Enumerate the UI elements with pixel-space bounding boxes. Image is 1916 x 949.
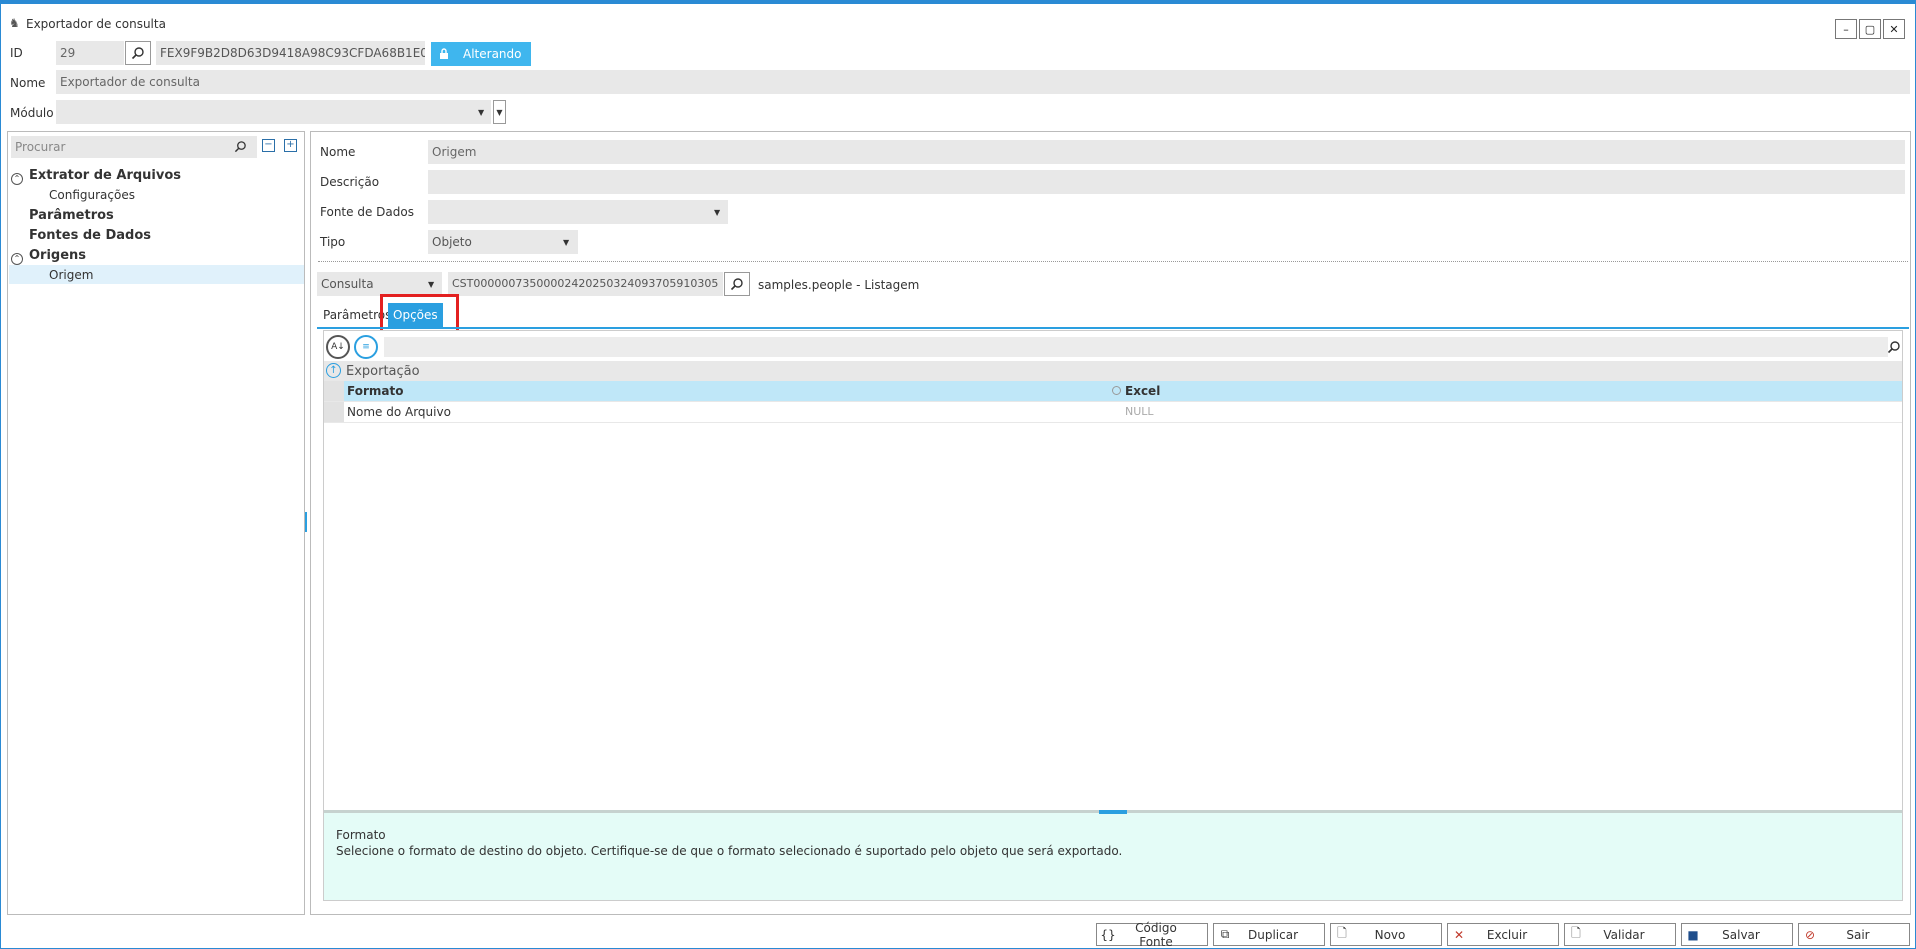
origin-name-field[interactable]: Origem — [428, 140, 1905, 164]
close-button[interactable]: ✕ — [1883, 19, 1905, 39]
code-icon: {} — [1100, 927, 1116, 942]
collapse-all-icon[interactable]: − — [262, 139, 275, 152]
tree-item-fontes[interactable]: Fontes de Dados — [29, 228, 151, 243]
guid-field[interactable]: FEX9F9B2D8D63D9418A98C93CFDA68B1E05014 — [156, 41, 425, 65]
new-button[interactable]: 🗋 Novo — [1330, 923, 1442, 946]
module-label: Módulo — [10, 106, 54, 120]
status-label: Alterando — [463, 47, 522, 61]
query-name-label: samples.people - Listagem — [758, 278, 920, 292]
search-icon[interactable] — [234, 140, 247, 153]
tree-item-parametros[interactable]: Parâmetros — [29, 208, 114, 223]
chevron-down-icon: ▼ — [714, 208, 721, 217]
name-field[interactable]: Exportador de consulta — [56, 70, 1910, 94]
row-gutter — [324, 381, 344, 401]
query-search-button[interactable] — [724, 272, 750, 296]
id-label: ID — [10, 46, 23, 60]
collapse-category-icon[interactable]: ↑ — [326, 363, 341, 378]
tree-item-configuracoes[interactable]: Configurações — [49, 188, 135, 202]
property-row-nome-arquivo[interactable]: Nome do Arquivo NULL — [324, 402, 1902, 423]
save-button[interactable]: ■ Salvar — [1681, 923, 1793, 946]
description-panel: Formato Selecione o formato de destino d… — [324, 810, 1902, 900]
collapse-node-icon[interactable]: ⌃ — [11, 173, 23, 185]
type-select[interactable]: Objeto — [428, 230, 578, 254]
minimize-button[interactable]: – — [1835, 19, 1857, 39]
query-id-field[interactable]: CST000000735000024202503240937059103​05 — [448, 272, 723, 296]
tree-item-origem[interactable]: Origem — [49, 268, 93, 282]
type-label: Tipo — [320, 235, 346, 249]
data-source-select[interactable] — [428, 200, 728, 224]
save-icon: ■ — [1687, 927, 1699, 942]
sort-alphabetical-icon[interactable]: A↓ — [326, 335, 350, 359]
maximize-button[interactable]: ▢ — [1859, 19, 1881, 39]
search-icon — [131, 47, 144, 60]
property-value[interactable]: Excel — [1125, 384, 1160, 398]
chevron-down-icon: ▼ — [428, 280, 435, 289]
id-field[interactable]: 29 — [56, 41, 124, 65]
property-name: Nome do Arquivo — [347, 405, 451, 419]
property-name: Formato — [347, 384, 404, 398]
validate-icon: 🗋 — [1571, 926, 1581, 940]
chevron-down-icon: ▼ — [563, 238, 570, 247]
tree-item-extrator[interactable]: Extrator de Arquivos — [29, 168, 181, 183]
chevron-down-icon: ▼ — [478, 108, 485, 117]
app-icon: ♞ — [9, 16, 20, 30]
grid-search-input[interactable] — [384, 337, 1888, 357]
property-value[interactable]: NULL — [1125, 405, 1154, 418]
status-button[interactable]: Alterando — [431, 42, 531, 66]
window-title: Exportador de consulta — [26, 17, 166, 31]
tab-underline — [317, 327, 1909, 329]
duplicate-button[interactable]: ⧉ Duplicar — [1213, 923, 1325, 946]
source-code-button[interactable]: {} Código Fonte — [1096, 921, 1208, 949]
exit-button[interactable]: ⊘ Sair — [1798, 923, 1910, 946]
module-select[interactable] — [56, 100, 491, 124]
delete-button[interactable]: ✕ Excluir — [1447, 923, 1559, 946]
lock-icon — [440, 48, 448, 59]
data-source-label: Fonte de Dados — [320, 205, 414, 219]
category-label: Exportação — [346, 364, 420, 379]
delete-icon: ✕ — [1453, 927, 1465, 942]
collapse-node-icon[interactable]: ⌃ — [11, 253, 23, 265]
tree-panel: Procurar − + ⌃ Extrator de Arquivos Conf… — [7, 131, 305, 915]
id-search-button[interactable] — [125, 41, 151, 65]
property-grid: A↓ ≡ ↑ Exportação Formato Excel Nome do … — [323, 330, 1903, 901]
search-icon[interactable] — [1887, 340, 1901, 354]
expand-all-icon[interactable]: + — [284, 139, 297, 152]
default-value-icon — [1112, 386, 1121, 395]
grid-toolbar: A↓ ≡ — [324, 331, 1902, 361]
description-text: Selecione o formato de destino do objeto… — [336, 844, 1123, 858]
exit-icon: ⊘ — [1804, 927, 1816, 942]
tree-item-origens[interactable]: Origens — [29, 248, 86, 263]
description-field[interactable] — [428, 170, 1905, 194]
description-label: Descrição — [320, 175, 380, 189]
categorized-icon[interactable]: ≡ — [354, 335, 378, 359]
window-controls: – ▢ ✕ — [1835, 19, 1905, 39]
description-title: Formato — [336, 828, 386, 842]
splitter-handle[interactable] — [305, 512, 307, 532]
action-bar: {} Código Fonte ⧉ Duplicar 🗋 Novo ✕ Excl… — [1, 921, 1915, 949]
tree-search-input[interactable]: Procurar — [11, 136, 257, 158]
category-row[interactable]: ↑ Exportação — [324, 361, 1902, 381]
search-icon — [730, 278, 743, 291]
new-document-icon: 🗋 — [1337, 926, 1347, 940]
query-type-select[interactable]: Consulta — [317, 272, 442, 296]
section-divider — [318, 261, 1908, 262]
name-label: Nome — [10, 76, 46, 90]
module-dropdown-button[interactable]: ▼ — [493, 100, 506, 124]
validate-button[interactable]: 🗋 Validar — [1564, 923, 1676, 946]
detail-panel: Nome Origem Descrição Fonte de Dados ▼ T… — [310, 131, 1911, 915]
resize-grip[interactable] — [1099, 810, 1127, 814]
row-gutter — [324, 402, 344, 422]
origin-name-label: Nome — [320, 145, 356, 159]
title-bar: ♞ Exportador de consulta – ▢ ✕ — [1, 8, 1915, 39]
property-row-formato[interactable]: Formato Excel — [324, 381, 1902, 402]
app-window: ♞ Exportador de consulta – ▢ ✕ ID 29 FEX… — [0, 0, 1916, 949]
copy-icon: ⧉ — [1220, 927, 1230, 941]
